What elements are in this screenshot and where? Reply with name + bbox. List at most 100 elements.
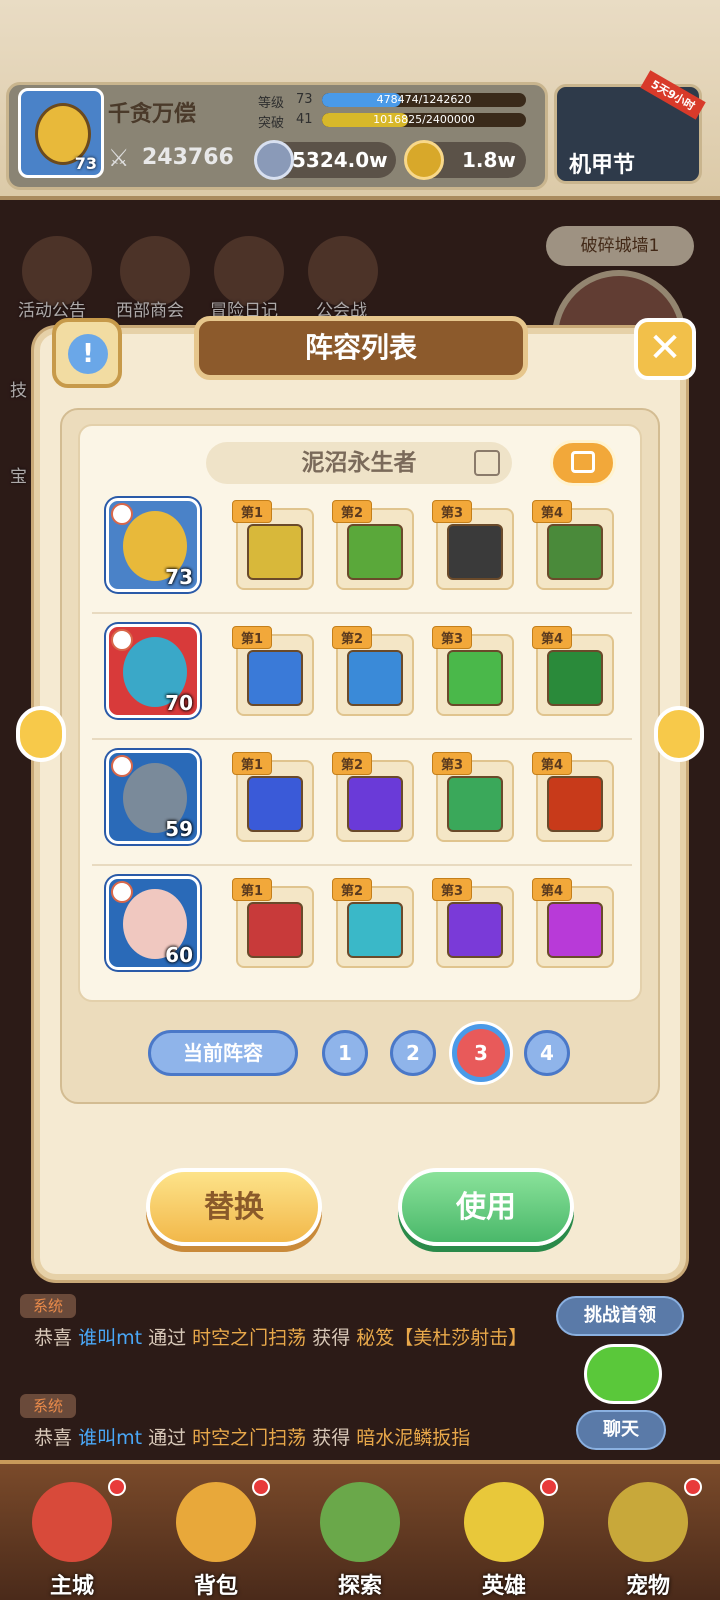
chat-button[interactable]: 聊天 [576, 1410, 666, 1450]
skill-slot-tag: 第4 [532, 626, 573, 649]
chat-feed: 系统 恭喜 谁叫mt 通过 时空之门扫荡 获得 秘笈【美杜莎射击】 系统 恭喜 … [0, 1280, 720, 1460]
skill-slot[interactable]: 第2 [332, 752, 414, 842]
info-button[interactable]: ! [52, 318, 122, 388]
element-badge-icon [111, 755, 133, 777]
panel-title: 阵容列表 [194, 316, 528, 380]
hero-level: 73 [165, 565, 193, 589]
skill-slot-tag: 第1 [232, 500, 273, 523]
skill-slot[interactable]: 第4 [532, 878, 614, 968]
lineup-page-2[interactable]: 2 [390, 1030, 436, 1076]
system-tag: 系统 [20, 1394, 76, 1418]
notification-dot [252, 1478, 270, 1496]
level-progress-text: 478474/1242620 [376, 93, 472, 106]
player-avatar[interactable]: 73 [18, 88, 104, 178]
skill-icon [547, 902, 603, 958]
power-value: 243766 [142, 145, 234, 170]
nav-tab-label: 探索 [337, 1574, 382, 1599]
skill-slot[interactable]: 第4 [532, 626, 614, 716]
nav-tab-icon [464, 1482, 544, 1562]
skill-slot-tag: 第4 [532, 752, 573, 775]
hero-portrait[interactable]: 59 [106, 750, 200, 844]
gold-coin-icon [404, 140, 444, 180]
skill-slot-tag: 第1 [232, 626, 273, 649]
skill-slot-tag: 第3 [432, 752, 473, 775]
skill-slot[interactable]: 第3 [432, 500, 514, 590]
current-lineup-button[interactable]: 当前阵容 [148, 1030, 298, 1076]
chat-bubble-icon[interactable] [584, 1344, 662, 1404]
nav-tab-icon [176, 1482, 256, 1562]
lineup-page-3[interactable]: 3 [452, 1024, 510, 1082]
skill-slot[interactable]: 第4 [532, 752, 614, 842]
skill-slot-tag: 第2 [332, 752, 373, 775]
lineup-page-4[interactable]: 4 [524, 1030, 570, 1076]
skill-slot[interactable]: 第1 [232, 500, 314, 590]
skill-slot[interactable]: 第3 [432, 752, 514, 842]
skill-icon [347, 650, 403, 706]
chat-message-2: 恭喜 谁叫mt 通过 时空之门扫荡 获得 暗水泥鳞扳指 [34, 1427, 471, 1449]
skill-slot[interactable]: 第2 [332, 626, 414, 716]
nav-tab[interactable]: 背包 [144, 1464, 288, 1600]
skill-slot-tag: 第4 [532, 500, 573, 523]
skill-icon [447, 776, 503, 832]
gem-counter[interactable]: 5324.0w [254, 140, 396, 180]
skill-slot[interactable]: 第3 [432, 878, 514, 968]
event-banner[interactable]: 5天9小时 机甲节 [554, 70, 706, 184]
gem-value: 5324.0w [292, 148, 388, 172]
skill-slot-tag: 第3 [432, 626, 473, 649]
challenge-boss-button[interactable]: 挑战首领 [556, 1296, 684, 1336]
notification-dot [684, 1478, 702, 1496]
skill-icon [247, 902, 303, 958]
prev-arrow-button[interactable] [16, 706, 66, 762]
skill-slot[interactable]: 第1 [232, 752, 314, 842]
share-button[interactable] [550, 440, 616, 486]
skill-icon [547, 776, 603, 832]
lineup-page-1[interactable]: 1 [322, 1030, 368, 1076]
next-arrow-button[interactable] [654, 706, 704, 762]
player-name: 千贪万偿 [108, 102, 197, 127]
skill-slot-tag: 第4 [532, 878, 573, 901]
nav-tab[interactable]: 宠物 [576, 1464, 720, 1600]
nav-tab[interactable]: 英雄 [432, 1464, 576, 1600]
roster-name[interactable]: 泥沼永生者 [206, 442, 512, 484]
replace-button[interactable]: 替换 [146, 1168, 322, 1246]
skill-slot-tag: 第1 [232, 752, 273, 775]
nav-tab-label: 宠物 [625, 1574, 670, 1599]
hero-portrait[interactable]: 73 [106, 498, 200, 592]
gold-counter[interactable]: 1.8w [404, 140, 526, 180]
nav-tab-icon [320, 1482, 400, 1562]
avatar-level: 73 [74, 154, 97, 173]
skill-slot-tag: 第2 [332, 500, 373, 523]
hero-level: 70 [165, 691, 193, 715]
skill-icon [247, 650, 303, 706]
break-progress-text: 1016825/2400000 [373, 113, 475, 126]
notification-dot [108, 1478, 126, 1496]
nav-tab-label: 英雄 [481, 1574, 526, 1599]
use-button[interactable]: 使用 [398, 1168, 574, 1246]
edit-icon[interactable] [474, 450, 500, 476]
sword-icon: ⚔ [108, 144, 130, 172]
chat-message-1: 恭喜 谁叫mt 通过 时空之门扫荡 获得 秘笈【美杜莎射击】 [34, 1327, 528, 1349]
bottom-nav: 主城 背包 探索 英雄 宠物 [0, 1460, 720, 1600]
skill-slot[interactable]: 第2 [332, 878, 414, 968]
element-badge-icon [111, 503, 133, 525]
skill-slot[interactable]: 第4 [532, 500, 614, 590]
skill-slot[interactable]: 第1 [232, 626, 314, 716]
hero-portrait[interactable]: 60 [106, 876, 200, 970]
skill-slot-tag: 第2 [332, 878, 373, 901]
skill-icon [547, 650, 603, 706]
nav-tab-icon [608, 1482, 688, 1562]
hero-portrait[interactable]: 70 [106, 624, 200, 718]
nav-tab[interactable]: 主城 [0, 1464, 144, 1600]
hero-level: 60 [165, 943, 193, 967]
skill-slot-tag: 第1 [232, 878, 273, 901]
skill-icon [447, 902, 503, 958]
nav-tab[interactable]: 探索 [288, 1464, 432, 1600]
skill-icon [347, 524, 403, 580]
close-button[interactable]: ✕ [634, 318, 696, 380]
info-icon: ! [68, 334, 108, 374]
hero-level: 59 [165, 817, 193, 841]
skill-slot-tag: 第3 [432, 500, 473, 523]
skill-slot[interactable]: 第1 [232, 878, 314, 968]
skill-slot[interactable]: 第3 [432, 626, 514, 716]
skill-slot[interactable]: 第2 [332, 500, 414, 590]
